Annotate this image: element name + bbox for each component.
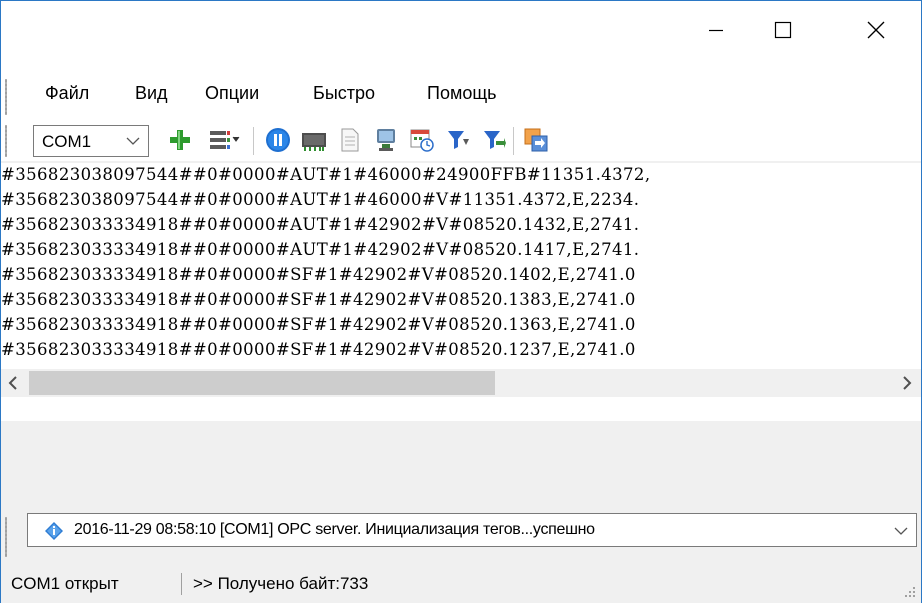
log-grip[interactable]: [5, 517, 7, 557]
list-menu-icon: [210, 131, 240, 149]
toolbar-grip[interactable]: [5, 125, 7, 157]
status-separator: [181, 573, 182, 595]
minimize-button[interactable]: [693, 11, 739, 49]
device-board-icon: [302, 133, 326, 151]
menu-options[interactable]: Опции: [205, 83, 259, 104]
list-menu-button[interactable]: [205, 125, 245, 155]
log-bar: 2016-11-29 08:58:10 [COM1] OPC server. И…: [1, 507, 921, 565]
maximize-icon: [774, 21, 792, 39]
output-line: #356823033334918##0#0000#AUT#1#42902#V#0…: [1, 240, 640, 259]
terminal-monitor-icon: [377, 129, 395, 151]
pause-button[interactable]: [263, 125, 293, 155]
document-icon: [341, 128, 359, 152]
menu-bar: Файл Вид Опции Быстро Помощь: [1, 67, 921, 121]
output-line: #356823033334918##0#0000#SF#1#42902#V#08…: [1, 290, 636, 309]
output-line: #356823033334918##0#0000#SF#1#42902#V#08…: [1, 340, 636, 359]
output-line: #356823038097544##0#0000#AUT#1#46000#249…: [1, 165, 651, 184]
port-status: COM1 открыт: [11, 574, 119, 593]
menu-help[interactable]: Помощь: [427, 83, 497, 104]
export-button[interactable]: [521, 125, 551, 155]
add-button[interactable]: [165, 125, 195, 155]
schedule-icon: [410, 129, 434, 152]
output-line: #356823033334918##0#0000#SF#1#42902#V#08…: [1, 315, 636, 334]
toolbar-separator: [253, 127, 254, 155]
menu-grip[interactable]: [5, 79, 7, 115]
menu-quick[interactable]: Быстро: [313, 83, 375, 104]
filter-button[interactable]: [443, 125, 473, 155]
scrollbar-thumb[interactable]: [29, 371, 495, 395]
menu-view[interactable]: Вид: [135, 83, 168, 104]
port-select-value: COM1: [42, 132, 92, 151]
device-button[interactable]: [299, 125, 329, 155]
output-line: #356823038097544##0#0000#AUT#1#46000#V#1…: [1, 190, 640, 209]
terminal-button[interactable]: [371, 125, 401, 155]
document-button[interactable]: [335, 125, 365, 155]
minimize-icon: [709, 29, 723, 32]
chevron-down-icon: [894, 527, 908, 535]
filter-icon: [448, 131, 469, 149]
info-diamond-icon: [45, 522, 63, 540]
bytes-received-status: >> Получено байт:733: [193, 574, 369, 593]
close-icon: [867, 21, 885, 39]
toolbar-separator: [513, 127, 514, 155]
export-icon: [524, 128, 548, 152]
output-line: #356823033334918##0#0000#SF#1#42902#V#08…: [1, 265, 636, 284]
scroll-right-icon[interactable]: [901, 375, 913, 391]
port-select[interactable]: COM1: [33, 125, 149, 157]
toolbar: COM1: [1, 121, 921, 161]
filter-add-icon: [484, 131, 506, 149]
add-plus-icon: [170, 130, 190, 150]
output-line: #356823033334918##0#0000#AUT#1#42902#V#0…: [1, 215, 640, 234]
schedule-button[interactable]: [407, 125, 437, 155]
app-window: Файл Вид Опции Быстро Помощь COM1 #35682…: [0, 0, 922, 603]
close-button[interactable]: [853, 11, 899, 49]
menu-file[interactable]: Файл: [45, 83, 89, 104]
resize-grip-icon[interactable]: [903, 585, 917, 599]
maximize-button[interactable]: [760, 11, 806, 49]
status-bar: COM1 открыт >> Получено байт:733: [1, 565, 921, 603]
log-entry-text: 2016-11-29 08:58:10 [COM1] OPC server. И…: [74, 521, 595, 538]
log-select[interactable]: 2016-11-29 08:58:10 [COM1] OPC server. И…: [27, 513, 917, 547]
horizontal-scrollbar[interactable]: [1, 369, 921, 421]
scroll-left-icon[interactable]: [7, 375, 19, 391]
filter-add-button[interactable]: [479, 125, 509, 155]
output-text-area[interactable]: #356823038097544##0#0000#AUT#1#46000#249…: [1, 163, 921, 369]
pause-icon: [266, 128, 290, 152]
title-bar: [1, 1, 921, 67]
chevron-down-icon: [126, 137, 140, 145]
